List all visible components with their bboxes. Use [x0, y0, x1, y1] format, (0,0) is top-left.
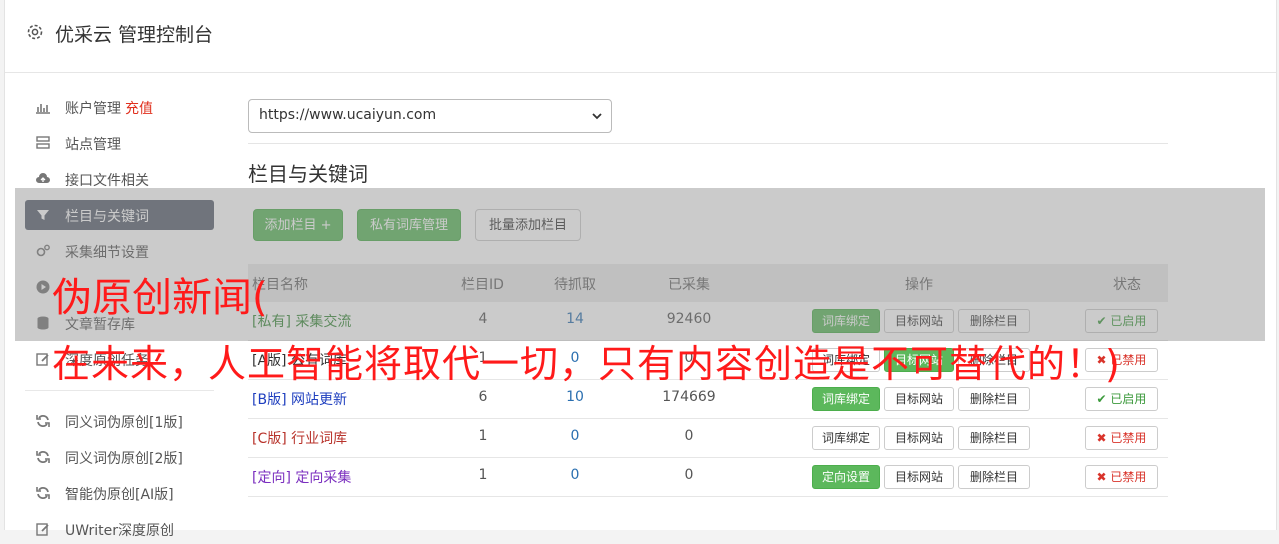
- column-id: 1: [478, 428, 488, 444]
- sidebar-item-uwriter[interactable]: UWriter深度原创: [25, 514, 214, 544]
- section-title: 栏目与关键词: [248, 162, 368, 186]
- table-row: [C版] 行业词库 1 0 0 词库绑定 目标网站 删除栏目 ✖ 已禁用: [248, 419, 1168, 458]
- sidebar-item-label: 账户管理: [65, 101, 121, 117]
- column-id: 6: [478, 389, 488, 405]
- edit-icon: [36, 523, 49, 536]
- column-name-link[interactable]: [B版] 网站更新: [252, 389, 347, 409]
- delete-column-button[interactable]: 删除栏目: [958, 465, 1030, 489]
- site-select-value: https://www.ucaiyun.com: [259, 107, 437, 123]
- server-icon: [36, 136, 50, 149]
- refresh-icon: [36, 451, 50, 463]
- gear-icon: [27, 24, 43, 40]
- header: 优采云 管理控制台: [5, 0, 1276, 73]
- recharge-link[interactable]: 充值: [125, 101, 153, 117]
- edit-icon: [36, 353, 49, 366]
- table-row: [定向] 定向采集 1 0 0 定向设置 目标网站 删除栏目 ✖ 已禁用: [248, 458, 1168, 497]
- sidebar-item-synonym-v1[interactable]: 同义词伪原创[1版]: [25, 406, 214, 436]
- page-title: 优采云 管理控制台: [55, 24, 214, 46]
- overlay-subtext: 在未来，人工智能将取代一切，只有内容创造是不可替代的！): [52, 342, 1121, 386]
- sidebar-item-sites[interactable]: 站点管理: [25, 128, 214, 158]
- delete-column-button[interactable]: 删除栏目: [958, 426, 1030, 450]
- sidebar-divider: [25, 390, 214, 391]
- pending-count: 0: [570, 467, 580, 483]
- divider: [248, 143, 1168, 144]
- bar-chart-icon: [36, 104, 50, 114]
- site-select[interactable]: https://www.ucaiyun.com: [248, 99, 612, 133]
- sidebar-item-label: 智能伪原创[AI版]: [65, 487, 174, 503]
- sidebar-item-label: 同义词伪原创[1版]: [65, 415, 183, 431]
- sidebar-item-label: UWriter深度原创: [65, 523, 174, 539]
- target-site-button[interactable]: 目标网站: [884, 387, 954, 411]
- status-badge[interactable]: ✖ 已禁用: [1085, 465, 1158, 489]
- lexicon-bind-button[interactable]: 词库绑定: [812, 387, 880, 411]
- target-site-button[interactable]: 目标网站: [884, 426, 954, 450]
- collected-count: 0: [684, 467, 694, 483]
- target-site-button[interactable]: 目标网站: [884, 465, 954, 489]
- column-id: 1: [478, 467, 488, 483]
- sidebar-item-ai-rewrite[interactable]: 智能伪原创[AI版]: [25, 478, 214, 508]
- refresh-icon: [36, 487, 50, 499]
- overlay-headline: 伪原创新闻(: [52, 275, 268, 321]
- pending-count: 10: [566, 389, 584, 405]
- collected-count: 174669: [662, 389, 716, 405]
- refresh-icon: [36, 415, 50, 427]
- collected-count: 0: [684, 428, 694, 444]
- sidebar-item-label: 站点管理: [65, 137, 121, 153]
- column-name-link[interactable]: [定向] 定向采集: [252, 467, 351, 487]
- status-badge[interactable]: ✔ 已启用: [1085, 387, 1158, 411]
- sidebar-item-label: 同义词伪原创[2版]: [65, 451, 183, 467]
- sidebar-item-label: 接口文件相关: [65, 173, 149, 189]
- sidebar-item-synonym-v2[interactable]: 同义词伪原创[2版]: [25, 442, 214, 472]
- delete-column-button[interactable]: 删除栏目: [958, 387, 1030, 411]
- sidebar-item-account[interactable]: 账户管理 充值: [25, 92, 214, 122]
- lexicon-bind-button[interactable]: 词库绑定: [812, 426, 880, 450]
- pending-count: 0: [570, 428, 580, 444]
- chevron-down-icon: [592, 113, 602, 120]
- cloud-upload-icon: [36, 173, 50, 183]
- targeted-settings-button[interactable]: 定向设置: [812, 465, 880, 489]
- status-badge[interactable]: ✖ 已禁用: [1085, 426, 1158, 450]
- column-name-link[interactable]: [C版] 行业词库: [252, 428, 347, 448]
